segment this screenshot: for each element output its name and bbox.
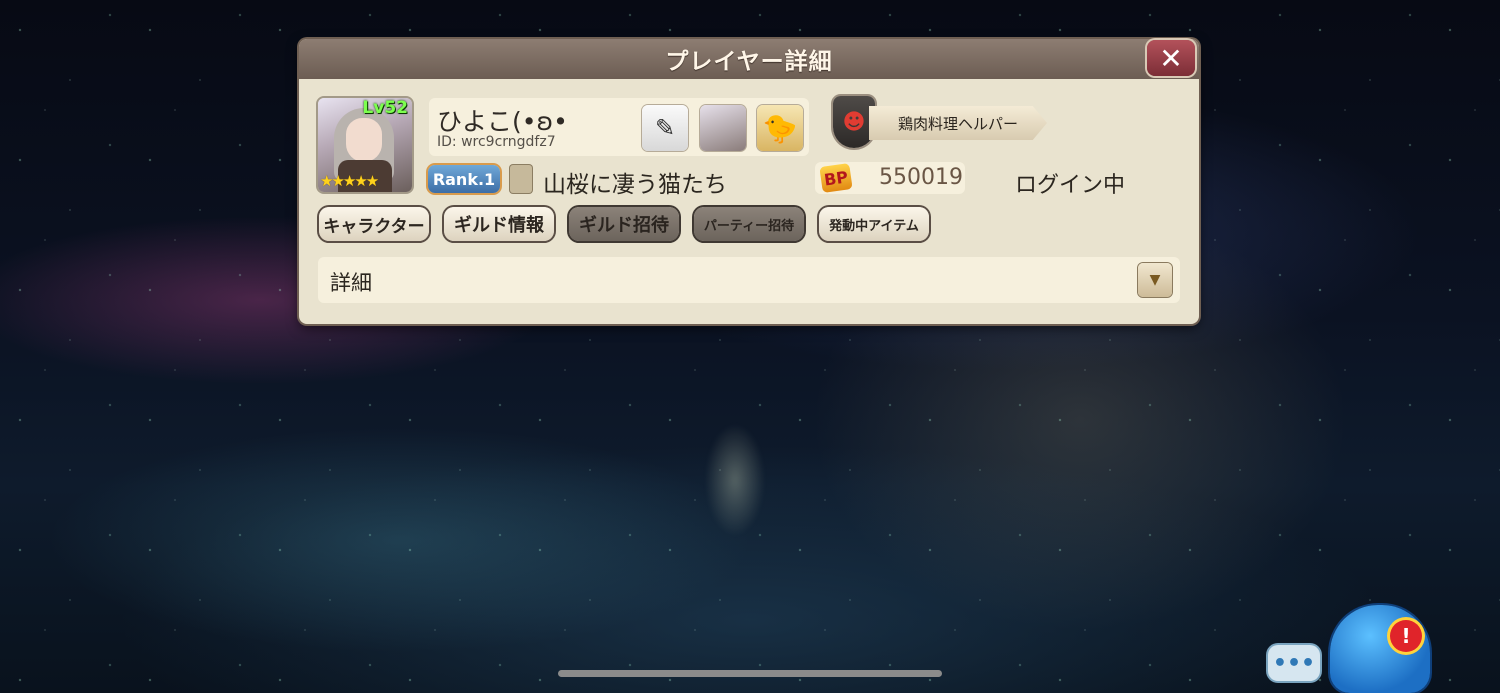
bp-icon: BP [819,163,853,193]
chick-icon: 🐤 [762,111,798,145]
guild-name: 山桜に凄う猫たち [543,172,727,198]
player-id: ID: wrc9crngdfz7 [437,134,556,150]
alert-icon: ! [1390,620,1422,652]
login-status: ログイン中 [1015,173,1126,198]
rank-badge: Rank.1 [428,165,500,193]
chevron-down-icon: ▼ [1149,272,1161,288]
guild-info-button[interactable]: ギルド情報 [444,207,554,241]
edit-button[interactable]: ✎ [642,105,688,151]
guild-invite-button[interactable]: ギルド招待 [569,207,679,241]
bp-value: 550019 [879,165,963,190]
player-title-ribbon: 鶏肉料理ヘルパー [869,106,1047,140]
dialog-titlebar: プレイヤー詳細 [299,39,1199,79]
background-character-silhouette [680,395,790,555]
player-name: ひよこ(•ʚ• [437,107,568,136]
chat-button[interactable]: ••• [1268,645,1320,681]
expand-button[interactable]: ▼ [1138,263,1172,297]
close-icon: ✕ [1159,41,1183,75]
player-level: Lv52 [362,98,408,118]
character-button[interactable]: キャラクター [319,207,429,241]
support-character-icon[interactable] [700,105,746,151]
player-name-box: ひよこ(•ʚ• ID: wrc9crngdfz7 [429,98,809,156]
detail-section[interactable]: 詳細 ▼ [318,257,1180,303]
player-avatar[interactable]: Lv52 ★★★★★ [318,98,412,192]
rarity-stars: ★★★★★ [320,172,379,190]
chick-pet-icon[interactable]: 🐤 [757,105,803,151]
pen-icon: ✎ [654,114,676,142]
active-items-button[interactable]: 発動中アイテム [819,207,929,241]
close-button[interactable]: ✕ [1147,40,1195,76]
dialog-title: プレイヤー詳細 [665,49,833,75]
detail-label: 詳細 [330,271,372,295]
party-invite-button[interactable]: パーティー招待 [694,207,804,241]
chat-bubble-icon: ••• [1272,650,1316,676]
player-detail-dialog: プレイヤー詳細 ✕ Lv52 ★★★★★ ひよこ(•ʚ• ID: wrc9crn… [299,39,1199,324]
devil-shield-icon: ☻ [833,96,875,148]
guild-emblem-icon [510,165,532,193]
home-indicator[interactable] [558,670,942,677]
battle-power-box: BP 550019 [815,162,965,194]
